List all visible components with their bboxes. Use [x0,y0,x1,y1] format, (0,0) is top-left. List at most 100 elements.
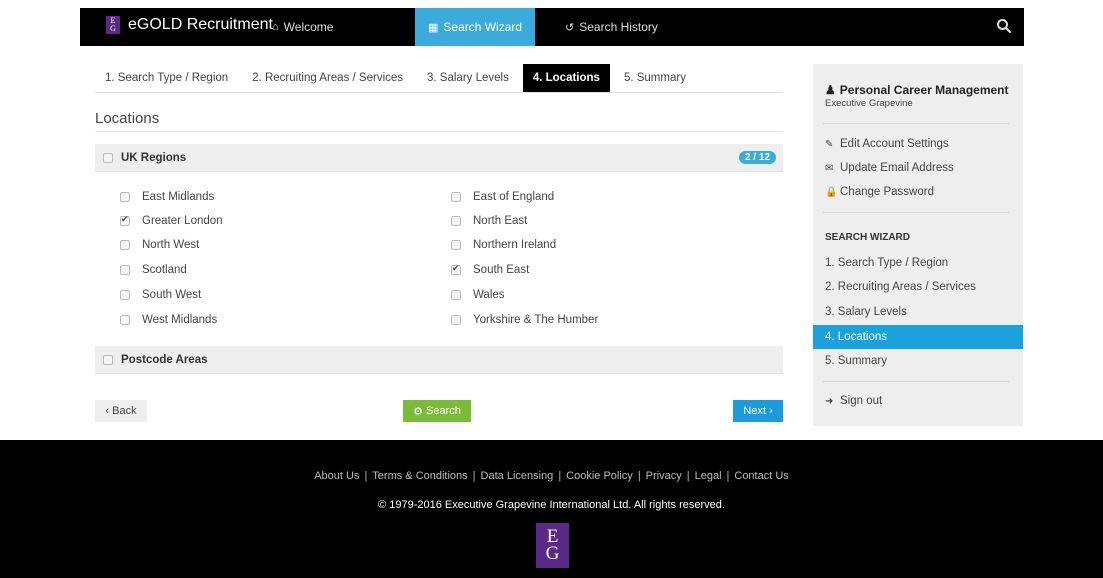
postcode-areas-header[interactable]: Postcode Areas [95,346,783,374]
navbar: EG eGOLD Recruitment ⌂ Welcome ▦ Search … [0,0,1103,48]
title-divider [95,131,783,132]
region-scotland[interactable]: Scotland [120,264,187,276]
sidebar-divider [823,123,1009,124]
region-label: Yorkshire & The Humber [473,314,599,326]
gear-icon: ⚙ [413,405,423,418]
region-greater-london[interactable]: Greater London [120,214,223,227]
update-email-link[interactable]: ✉ Update Email Address [825,162,954,174]
region-east-of-england[interactable]: East of England [451,191,554,203]
uk-regions-label: UK Regions [121,151,187,164]
search-icon[interactable] [996,18,1012,34]
change-password-label: Change Password [840,186,934,198]
region-checkbox[interactable] [120,192,130,202]
tab-summary[interactable]: 5. Summary [614,64,696,92]
region-checkbox[interactable] [451,192,461,202]
region-label: Scotland [142,264,187,276]
region-label: South East [473,264,530,276]
search-button[interactable]: ⚙ Search [403,400,471,422]
footer-logo: EG [536,523,569,568]
nav-welcome[interactable]: ⌂ Welcome [272,8,333,46]
region-checkbox[interactable] [120,290,130,300]
region-checkbox[interactable] [451,240,461,250]
edit-account-label: Edit Account Settings [840,138,949,150]
region-checkbox[interactable] [120,315,130,325]
footer-link-contact[interactable]: Contact Us [734,470,788,482]
separator: | [726,470,730,482]
user-icon: ♟ [825,83,836,97]
footer-link-cookie-policy[interactable]: Cookie Policy [566,470,633,482]
home-icon: ⌂ [272,21,279,33]
envelope-icon: ✉ [825,162,834,174]
region-checkbox[interactable] [120,214,130,226]
sidebar-title: ♟ Personal Career Management [825,83,1009,97]
sidebar-step-search-type[interactable]: 1. Search Type / Region [813,251,1023,275]
sidebar-step-recruiting-areas[interactable]: 2. Recruiting Areas / Services [813,275,1023,299]
edit-account-settings-link[interactable]: ✎ Edit Account Settings [825,138,949,150]
history-icon: ↺ [565,21,575,34]
region-yorkshire[interactable]: Yorkshire & The Humber [451,314,598,326]
uk-regions-header[interactable]: UK Regions 2 / 12 [95,144,783,172]
region-label: North West [142,239,200,251]
nav-welcome-label: Welcome [283,20,334,34]
tab-salary-levels[interactable]: 3. Salary Levels [417,64,519,92]
edit-icon: ✎ [825,138,834,150]
region-label: Wales [473,289,505,301]
lock-icon: 🔒 [825,186,838,198]
nav-search-history[interactable]: ↺ Search History [565,8,658,46]
region-checkbox[interactable] [120,265,130,275]
footer: About Us | Terms & Conditions | Data Licensi… [0,440,1103,578]
nav-wizard-label: Search Wizard [443,20,523,34]
sidebar-step-salary-levels[interactable]: 3. Salary Levels [813,300,1023,324]
change-password-link[interactable]: 🔒 Change Password [825,186,934,198]
next-button[interactable]: Next › [733,400,783,422]
region-northern-ireland[interactable]: Northern Ireland [451,239,556,251]
sidebar-step-summary[interactable]: 5. Summary [813,349,1023,373]
footer-link-terms[interactable]: Terms & Conditions [372,470,467,482]
region-wales[interactable]: Wales [451,289,505,301]
sign-out-link[interactable]: ➜ Sign out [825,395,882,407]
sidebar-step-locations[interactable]: 4. Locations [813,325,1023,349]
wizard-tabs: 1. Search Type / Region 2. Recruiting Ar… [95,64,696,92]
page-title: Locations [95,110,160,127]
separator: | [472,470,476,482]
nav-history-label: Search History [579,20,658,34]
region-west-midlands[interactable]: West Midlands [120,314,217,326]
navbar-bar: EG eGOLD Recruitment ⌂ Welcome ▦ Search … [80,8,1024,46]
region-east-midlands[interactable]: East Midlands [120,191,214,203]
footer-link-about[interactable]: About Us [314,470,359,482]
tab-search-type[interactable]: 1. Search Type / Region [95,64,238,92]
tab-recruiting-areas[interactable]: 2. Recruiting Areas / Services [242,64,413,92]
region-south-west[interactable]: South West [120,289,201,301]
footer-link-privacy[interactable]: Privacy [646,470,682,482]
separator: | [364,470,368,482]
region-checkbox[interactable] [451,290,461,300]
region-checkbox[interactable] [451,315,461,325]
region-south-east[interactable]: South East [451,263,530,276]
region-label: North East [473,215,528,227]
brand-logo: EG [106,16,120,34]
postcode-areas-label: Postcode Areas [121,353,208,366]
update-email-label: Update Email Address [840,162,954,174]
selection-count-badge: 2 / 12 [738,151,776,164]
tab-locations[interactable]: 4. Locations [522,64,610,92]
region-north-west[interactable]: North West [120,239,199,251]
region-checkbox[interactable] [120,240,130,250]
search-wizard-heading: SEARCH WIZARD [825,232,910,243]
nav-search-wizard[interactable]: ▦ Search Wizard [415,8,535,46]
brand-name: eGOLD Recruitment [128,16,273,33]
sidebar-divider [823,381,1009,382]
footer-links: About Us | Terms & Conditions | Data Licensi… [0,470,1103,482]
back-button[interactable]: ‹ Back [95,400,147,422]
region-label: East of England [473,191,555,203]
region-checkbox[interactable] [451,263,461,275]
footer-link-legal[interactable]: Legal [695,470,722,482]
sidebar-divider [823,212,1009,213]
region-north-east[interactable]: North East [451,215,527,227]
footer-link-data-licensing[interactable]: Data Licensing [481,470,554,482]
sitemap-icon: ▦ [427,21,439,34]
brand[interactable]: EG eGOLD Recruitment [106,16,273,34]
sidebar-title-label: Personal Career Management [839,83,1009,97]
region-checkbox[interactable] [451,216,461,226]
uk-regions-checkbox[interactable] [103,152,113,163]
postcode-areas-checkbox[interactable] [103,354,113,365]
